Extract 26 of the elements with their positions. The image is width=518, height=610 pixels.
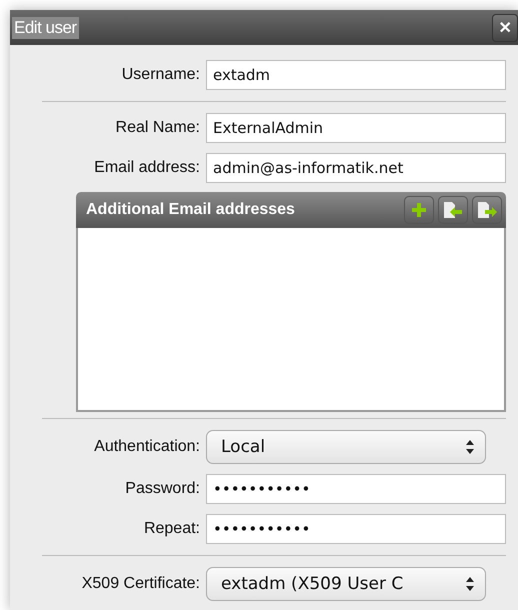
field-label: Email address: [93, 159, 200, 177]
import-button[interactable] [438, 196, 468, 224]
input-field[interactable]: ••••••••••• [206, 514, 506, 544]
add-button[interactable] [404, 196, 434, 224]
input-field[interactable]: ••••••••••• [206, 474, 506, 504]
close-button[interactable]: ✕ [492, 14, 518, 42]
field-label: Real Name: [114, 119, 200, 137]
export-button[interactable] [472, 196, 502, 224]
stepper-arrows-icon [465, 576, 475, 592]
input-field[interactable]: ExternalAdmin [206, 113, 506, 143]
input-field[interactable]: extadm [206, 60, 506, 90]
field-label: X509 Certificate: [80, 575, 200, 593]
field-label: Password: [124, 480, 200, 498]
input-field[interactable]: admin@as-informatik.net [206, 153, 506, 183]
document-arrow-right-icon [476, 201, 498, 219]
field-label: Username: [120, 66, 200, 84]
field-label: Authentication: [93, 438, 200, 456]
dropdown[interactable]: Local [206, 430, 486, 464]
email-list[interactable] [76, 228, 506, 412]
document-arrow-left-icon [442, 201, 464, 219]
stepper-arrows-icon [465, 439, 475, 455]
field-label: Repeat: [142, 520, 200, 538]
dropdown[interactable]: extadm (X509 User C [206, 567, 486, 601]
list-title: Additional Email addresses [86, 201, 296, 219]
window-title: Edit user [12, 16, 79, 38]
plus-icon [411, 202, 427, 218]
